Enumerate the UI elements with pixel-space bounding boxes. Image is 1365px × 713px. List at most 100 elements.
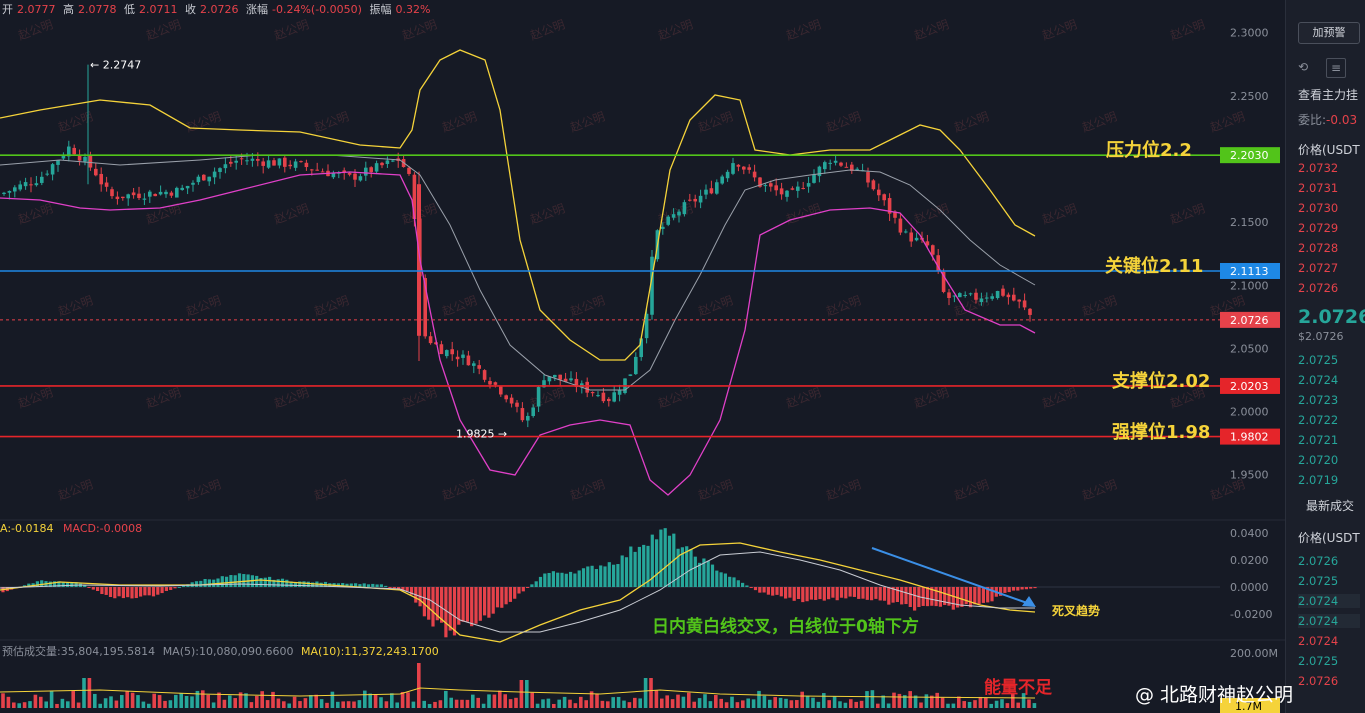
macd-histogram-bar — [865, 587, 869, 600]
volume-bar — [978, 696, 983, 708]
candle-body — [677, 211, 681, 216]
view-main-orders[interactable]: 查看主力挂 — [1298, 86, 1358, 103]
bid-price[interactable]: 2.0724 — [1298, 373, 1338, 387]
watermark: 赵公明 — [912, 201, 951, 226]
macd-histogram-bar — [194, 581, 199, 587]
candle-body — [526, 415, 530, 421]
price-tick-label: 2.2500 — [1230, 90, 1269, 103]
watermark: 赵公明 — [1080, 293, 1119, 318]
bid-price[interactable]: 2.0723 — [1298, 393, 1338, 407]
macd-histogram-bar — [521, 587, 525, 592]
macd-histogram-bar — [1029, 587, 1033, 589]
macd-histogram-bar — [242, 574, 246, 587]
ask-price[interactable]: 2.0732 — [1298, 161, 1338, 175]
volume-bar — [773, 697, 777, 708]
candle-body — [796, 186, 800, 191]
ask-price[interactable]: 2.0729 — [1298, 221, 1338, 235]
volume-bar — [55, 703, 59, 708]
orderbook-price-header: 价格(USDT — [1298, 143, 1360, 157]
volume-annotation: 能量不足 — [984, 678, 1052, 698]
candle-body — [7, 191, 12, 193]
volume-bar — [390, 693, 394, 708]
volume-bar — [287, 703, 291, 708]
bid-price[interactable]: 2.0722 — [1298, 413, 1338, 427]
volume-bar — [265, 700, 270, 708]
candle-body — [455, 356, 460, 360]
macd-histogram-bar — [874, 587, 878, 599]
volume-bar — [552, 703, 556, 708]
bid-price[interactable]: 2.0721 — [1298, 433, 1338, 447]
volume-bar — [103, 698, 108, 708]
macd-histogram-bar — [151, 587, 156, 597]
candle-body — [817, 166, 822, 177]
list-view-icon[interactable]: ≡ — [1326, 58, 1346, 78]
macd-histogram-bar — [530, 584, 534, 587]
candle-body — [358, 176, 363, 181]
ratio-value: -0.03 — [1326, 113, 1358, 127]
ask-price[interactable]: 2.0726 — [1298, 281, 1338, 295]
volume-bar — [654, 690, 659, 708]
volume-bar — [487, 694, 491, 708]
ratio-label: 委比: — [1298, 113, 1327, 127]
candle-body — [747, 167, 751, 170]
candle-body — [115, 196, 120, 200]
macd-histogram-bar — [517, 587, 521, 594]
ask-price[interactable]: 2.0728 — [1298, 241, 1338, 255]
bid-price[interactable]: 2.0719 — [1298, 473, 1338, 487]
macd-histogram-bar — [207, 579, 211, 587]
low-value: 2.0711 — [139, 3, 178, 16]
volume-bar — [82, 678, 86, 708]
candle-body — [2, 192, 6, 195]
candle-body — [477, 365, 481, 369]
candle-body — [45, 173, 49, 175]
macd-histogram-bar — [427, 587, 431, 620]
kline-chart[interactable]: 赵公明 赵公明 赵公明 赵公明 赵公明 赵公明 赵公明 赵公明 赵公明 赵公明 赵公明 赵公明 赵公明赵… — [0, 0, 1285, 713]
macd-histogram-bar — [629, 546, 633, 587]
volume-bar — [849, 699, 853, 708]
watermark: 赵公明 — [528, 201, 567, 226]
ask-price[interactable]: 2.0727 — [1298, 261, 1338, 275]
bid-price[interactable]: 2.0720 — [1298, 453, 1338, 467]
volume-bar — [633, 697, 637, 708]
volume-bar — [44, 701, 48, 708]
candle-body — [688, 199, 692, 201]
add-alert-button[interactable]: 加预警 — [1298, 22, 1360, 44]
macd-histogram-bar — [758, 587, 762, 593]
ask-price[interactable]: 2.0730 — [1298, 201, 1338, 215]
candle-body — [812, 174, 816, 183]
watermark: 赵公明 — [656, 17, 695, 42]
macd-histogram-bar — [809, 587, 813, 600]
macd-histogram-bar — [818, 587, 822, 600]
macd-histogram-bar — [547, 572, 551, 587]
watermark: 赵公明 — [1080, 109, 1119, 134]
level-tag-text: 2.2030 — [1230, 149, 1269, 162]
volume-bar — [379, 697, 383, 708]
volume-bar — [940, 697, 945, 708]
volume-bar — [60, 698, 65, 708]
order-book-panel: 加预警 ⟲ ≡ 查看主力挂 委比:-0.03 价格(USDT 2.0732 2.0… — [1285, 0, 1365, 713]
candle-body — [601, 392, 606, 402]
candle-body — [121, 196, 125, 199]
latest-trades-title[interactable]: 最新成交 — [1306, 497, 1354, 514]
macd-histogram-bar — [715, 570, 719, 587]
candle-body — [693, 198, 697, 202]
watermark: 赵公明 — [1040, 17, 1079, 42]
macd-histogram-bar — [569, 571, 573, 587]
volume-bar — [422, 700, 426, 708]
macd-histogram-bar — [762, 587, 766, 593]
candle-body — [985, 297, 989, 299]
bid-price[interactable]: 2.0725 — [1298, 353, 1338, 367]
macd-histogram-bar — [586, 566, 590, 587]
ask-price[interactable]: 2.0731 — [1298, 181, 1338, 195]
macd-histogram-bar — [362, 583, 366, 587]
volume-bar — [832, 696, 837, 708]
volume-bar — [184, 695, 189, 708]
volume-bar — [325, 702, 329, 708]
volume-bar — [795, 700, 799, 708]
refresh-icon[interactable]: ⟲ — [1294, 58, 1312, 76]
watermark: 赵公明 — [784, 201, 823, 226]
volume-bar — [967, 701, 972, 708]
volume-bar — [865, 691, 869, 708]
volume-bar — [346, 701, 351, 708]
candle-body — [774, 185, 778, 191]
